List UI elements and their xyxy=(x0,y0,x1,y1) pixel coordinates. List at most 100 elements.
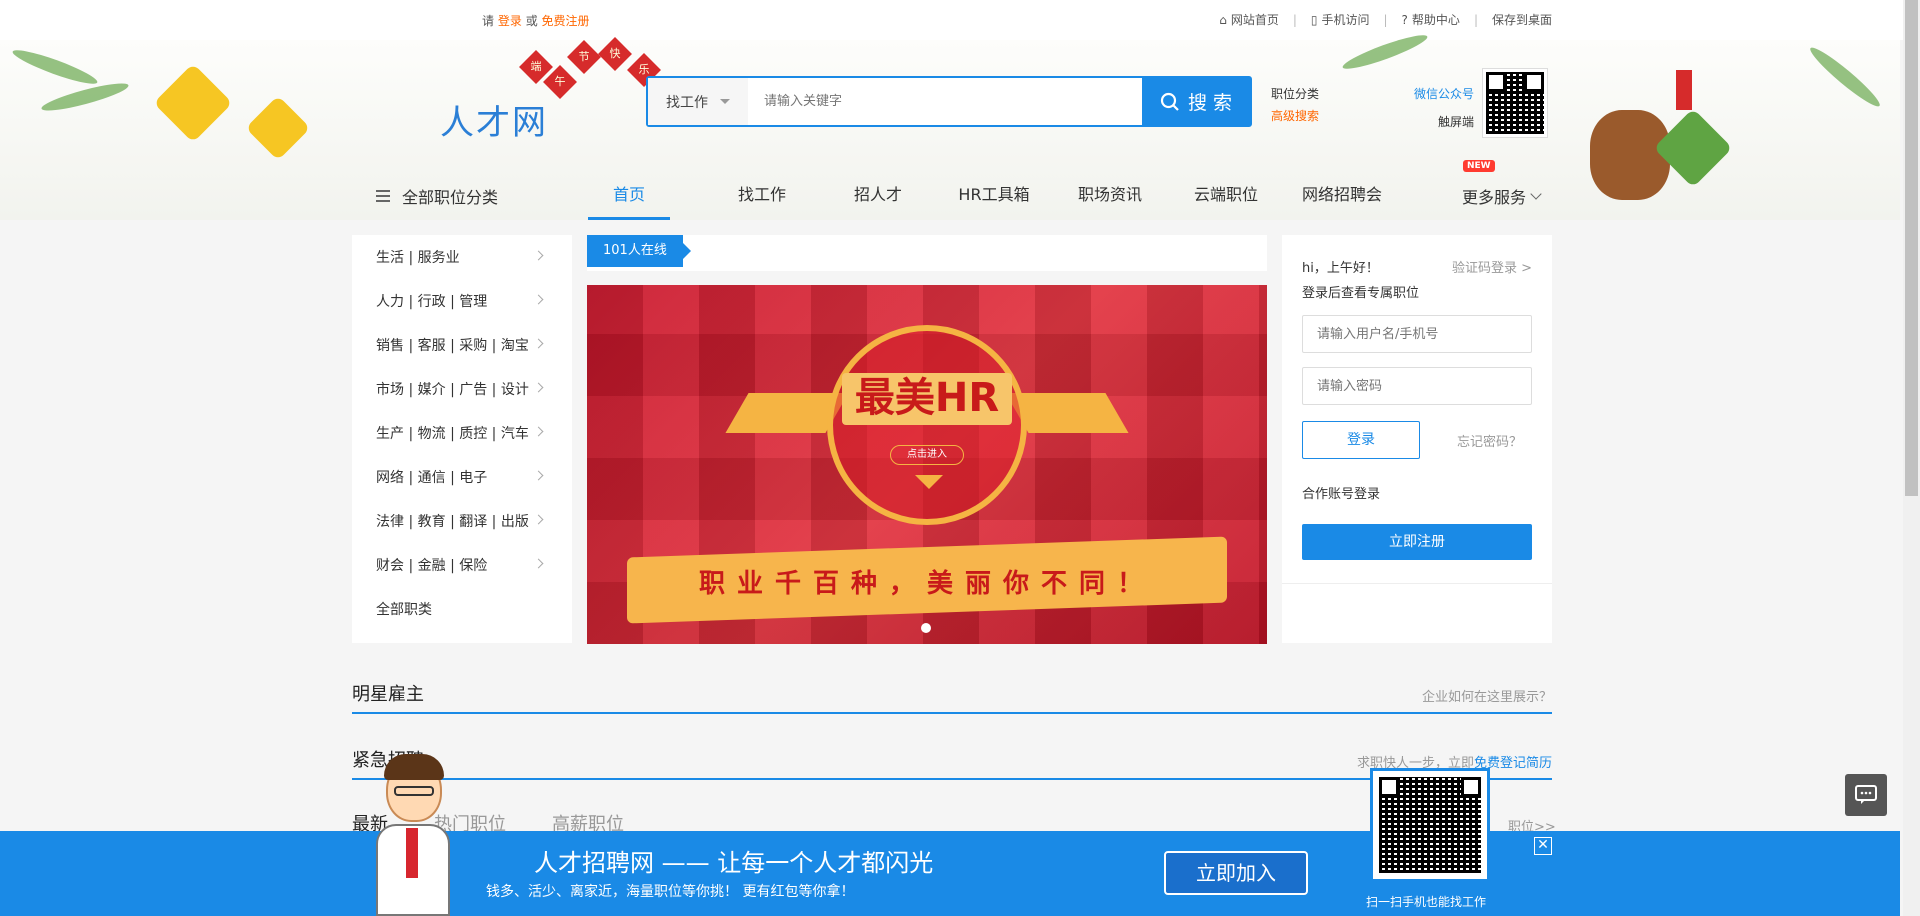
nav-links: 首页 找工作 招人才 HR工具箱 职场资讯 云端职位 网络招聘会 xyxy=(588,170,1400,220)
chevron-right-icon xyxy=(533,558,544,569)
category-item[interactable]: 网络 | 通信 | 电子 xyxy=(352,455,572,499)
category-item[interactable]: 销售 | 客服 | 采购 | 淘宝 xyxy=(352,323,572,367)
nav-item-home[interactable]: 首页 xyxy=(588,170,670,220)
tag-decoration xyxy=(1676,70,1692,110)
bamboo-leaf-decoration xyxy=(10,45,100,89)
category-item[interactable]: 生产 | 物流 | 质控 | 汽车 xyxy=(352,411,572,455)
promo-title: 人才招聘网 —— 让每一个人才都闪光 xyxy=(534,849,934,877)
category-item[interactable]: 财会 | 金融 | 保险 xyxy=(352,543,572,587)
chevron-right-icon xyxy=(533,470,544,481)
star-employer-section: 明星雇主 企业如何在这里展示？ xyxy=(352,680,1552,714)
main-nav: 全部职位分类 首页 找工作 招人才 HR工具箱 职场资讯 云端职位 网络招聘会 … xyxy=(0,170,1900,220)
promo-subtitle: 钱多、活少、离家近，海量职位等你挑！ 更有红包等你拿！ xyxy=(486,884,855,900)
category-item[interactable]: 人力 | 行政 | 管理 xyxy=(352,279,572,323)
touch-link[interactable]: 触屏端 xyxy=(1414,108,1474,136)
chevron-right-icon xyxy=(533,294,544,305)
login-button[interactable]: 登录 xyxy=(1302,421,1420,459)
search-icon xyxy=(1160,92,1179,111)
banner-circle xyxy=(827,325,1027,525)
greeting: hi，上午好！ xyxy=(1302,261,1379,276)
wechat-qr-code xyxy=(1482,68,1548,138)
top-bar: 请 登录 或 免费注册 ⌂ 网站首页 | ▯ 手机访问 | ? 帮助中心 | 保… xyxy=(0,0,1920,40)
wechat-links: 微信公众号 触屏端 xyxy=(1414,80,1474,136)
scrollbar[interactable] xyxy=(1903,0,1920,916)
login-link[interactable]: 登录 xyxy=(498,14,522,28)
qr-label: 扫一扫手机也能找工作 xyxy=(1366,895,1487,909)
chat-button[interactable] xyxy=(1845,774,1887,816)
banner-slogan: 职业千百种，美丽你不同！ xyxy=(698,569,1155,599)
category-item[interactable]: 法律 | 教育 | 翻译 | 出版 xyxy=(352,499,572,543)
qr-code-icon xyxy=(1486,72,1544,134)
nav-item-hire[interactable]: 招人才 xyxy=(820,170,936,220)
category-item-all[interactable]: 全部职类 xyxy=(352,587,572,631)
login-header: hi，上午好！ 验证码登录 > xyxy=(1302,257,1532,276)
chevron-right-icon xyxy=(533,382,544,393)
forgot-password-link[interactable]: 忘记密码？ xyxy=(1457,431,1522,450)
nav-item-find-job[interactable]: 找工作 xyxy=(704,170,820,220)
register-button[interactable]: 立即注册 xyxy=(1302,524,1532,560)
chevron-down-icon xyxy=(1530,188,1542,200)
search-input[interactable] xyxy=(748,78,1142,125)
chevron-right-icon xyxy=(533,338,544,349)
zongzi-decoration xyxy=(245,95,311,161)
all-categories-button[interactable]: 全部职位分类 xyxy=(376,184,498,208)
footer-promo-bar: 人才招聘网 —— 让每一个人才都闪光 钱多、活少、离家近，海量职位等你挑！ 更有… xyxy=(0,831,1900,916)
search-button[interactable]: 搜 索 xyxy=(1142,78,1250,125)
lantern-decoration: 节 xyxy=(567,40,601,74)
banner-title: 最美HR xyxy=(854,375,1000,421)
register-link[interactable]: 免费注册 xyxy=(542,14,590,28)
mascot-illustration xyxy=(372,752,452,916)
menu-icon xyxy=(376,190,390,202)
online-bar: 101人在线 xyxy=(587,235,1267,271)
site-logo[interactable]: 人才网 xyxy=(440,95,548,144)
question-icon: ? xyxy=(1401,12,1408,27)
category-item[interactable]: 市场 | 媒介 | 广告 | 设计 xyxy=(352,367,572,411)
close-icon[interactable]: ✕ xyxy=(1534,837,1552,855)
join-button[interactable]: 立即加入 xyxy=(1164,851,1308,895)
carousel-dot[interactable] xyxy=(921,623,931,633)
employer-showcase-link[interactable]: 企业如何在这里展示？ xyxy=(1422,686,1552,705)
promo-banner[interactable]: 最美HR 点击进入 职业千百种，美丽你不同！ xyxy=(587,285,1267,644)
phone-icon: ▯ xyxy=(1310,12,1318,27)
app-qr-code xyxy=(1370,768,1490,882)
code-login-link[interactable]: 验证码登录 > xyxy=(1452,257,1532,276)
mobile-link[interactable]: ▯ 手机访问 xyxy=(1311,11,1370,28)
category-item[interactable]: 生活 | 服务业 xyxy=(352,235,572,279)
scrollbar-thumb[interactable] xyxy=(1905,0,1918,496)
banner-enter-button[interactable]: 点击进入 xyxy=(890,445,964,465)
advanced-search-link[interactable]: 高级搜索 xyxy=(1271,105,1319,127)
home-link[interactable]: ⌂ 网站首页 xyxy=(1219,11,1279,28)
top-links: ⌂ 网站首页 | ▯ 手机访问 | ? 帮助中心 | 保存到桌面 xyxy=(1219,11,1552,28)
login-prompt: 请 登录 或 免费注册 xyxy=(482,14,590,28)
nav-item-job-fair[interactable]: 网络招聘会 xyxy=(1284,170,1400,220)
home-icon: ⌂ xyxy=(1219,12,1227,27)
mascot-tie xyxy=(406,828,418,878)
triangle-down-icon xyxy=(915,475,943,489)
help-link[interactable]: ? 帮助中心 xyxy=(1402,11,1460,28)
chevron-right-icon xyxy=(533,426,544,437)
login-subtitle: 登录后查看专属职位 xyxy=(1302,286,1420,301)
job-category-link[interactable]: 职位分类 xyxy=(1271,83,1319,105)
chevron-right-icon xyxy=(533,250,544,261)
nav-item-news[interactable]: 职场资讯 xyxy=(1052,170,1168,220)
nav-item-hr-tools[interactable]: HR工具箱 xyxy=(936,170,1052,220)
more-services-button[interactable]: 更多服务 xyxy=(1462,184,1542,208)
nav-item-cloud-jobs[interactable]: 云端职位 xyxy=(1168,170,1284,220)
partner-login-link[interactable]: 合作账号登录 xyxy=(1302,483,1532,502)
search-links: 职位分类 高级搜索 xyxy=(1271,83,1319,127)
wechat-link[interactable]: 微信公众号 xyxy=(1414,80,1474,108)
bamboo-leaf-decoration xyxy=(39,78,131,116)
login-panel: hi，上午好！ 验证码登录 > 登录后查看专属职位 登录 忘记密码？ 合作账号登… xyxy=(1282,235,1552,643)
save-desktop-link[interactable]: 保存到桌面 xyxy=(1492,11,1552,28)
password-input[interactable] xyxy=(1302,367,1532,405)
mascot-hair xyxy=(384,754,444,780)
username-input[interactable] xyxy=(1302,315,1532,353)
lantern-decoration: 快 xyxy=(598,37,632,71)
category-panel: 生活 | 服务业 人力 | 行政 | 管理 销售 | 客服 | 采购 | 淘宝 … xyxy=(352,235,572,643)
chevron-right-icon xyxy=(533,514,544,525)
bamboo-leaf-decoration xyxy=(1806,42,1884,112)
search-type-select[interactable]: 找工作 xyxy=(648,78,748,125)
login-actions: 登录 忘记密码？ xyxy=(1302,421,1532,459)
section-title: 明星雇主 xyxy=(352,684,424,705)
new-badge: NEW xyxy=(1463,160,1495,172)
